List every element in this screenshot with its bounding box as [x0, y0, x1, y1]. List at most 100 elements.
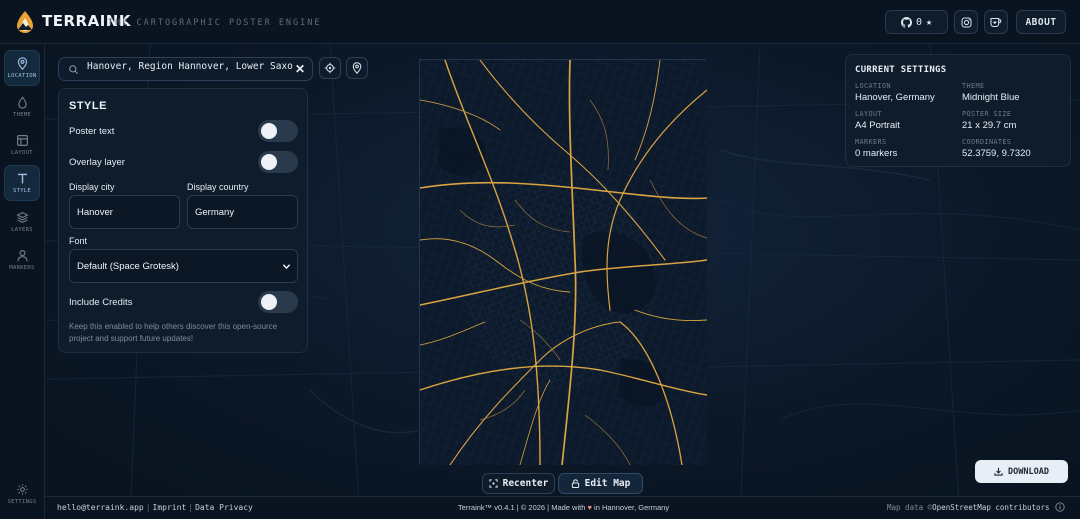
- display-city-field[interactable]: Hanover: [69, 195, 180, 229]
- map-data-label: Map data ©: [887, 503, 933, 512]
- panel-title: STYLE: [69, 100, 107, 112]
- toggle-knob: [261, 294, 277, 310]
- left-rail: LOCATION THEME LAYOUT STYLE LAYERS MARKE…: [0, 44, 45, 519]
- heart-icon: ♥: [587, 503, 592, 512]
- instagram-button[interactable]: [954, 10, 978, 34]
- kofi-cup-icon: [990, 17, 1002, 27]
- layout-icon: [16, 135, 28, 146]
- overlay-layer-label: Overlay layer: [69, 157, 125, 168]
- layers-icon: [15, 212, 29, 223]
- coordinates-value: 52.3759, 9.7320: [962, 148, 1031, 159]
- layout-key: LAYOUT: [855, 110, 882, 118]
- kofi-button[interactable]: [984, 10, 1008, 34]
- person-icon: [16, 250, 28, 262]
- overlay-layer-toggle[interactable]: [258, 151, 298, 173]
- font-select[interactable]: Default (Space Grotesk): [69, 249, 298, 283]
- recenter-icon: [489, 479, 498, 488]
- footer-credits-post: in Hannover, Germany: [594, 503, 670, 512]
- rail-item-style[interactable]: STYLE: [4, 165, 40, 201]
- rail-item-layers[interactable]: LAYERS: [4, 204, 40, 240]
- coordinates-key: COORDINATES: [962, 138, 1012, 146]
- poster-text-toggle[interactable]: [258, 120, 298, 142]
- font-select-value: Default (Space Grotesk): [77, 261, 179, 272]
- imprint-link[interactable]: Imprint: [153, 503, 187, 512]
- terraink-logo-icon: [17, 11, 33, 33]
- download-label: DOWNLOAD: [1008, 466, 1049, 477]
- github-star-count: 0: [915, 16, 922, 28]
- instagram-icon: [961, 17, 971, 27]
- text-icon: [17, 173, 27, 184]
- toggle-knob: [261, 123, 277, 139]
- theme-key: THEME: [962, 82, 985, 90]
- search-icon: [69, 65, 78, 74]
- markers-value: 0 markers: [855, 148, 898, 159]
- footer-credits-pre: Terraink™ v0.4.1 | © 2026 | Made with: [458, 503, 586, 512]
- theme-value: Midnight Blue: [962, 92, 1020, 103]
- rail-label-layers: LAYERS: [11, 227, 33, 233]
- toggle-knob: [261, 154, 277, 170]
- location-search[interactable]: Hanover, Region Hannover, Lower Saxo ✕: [58, 57, 313, 81]
- rail-item-markers[interactable]: MARKERS: [4, 242, 40, 278]
- lock-icon: [571, 479, 579, 488]
- about-button[interactable]: ABOUT: [1016, 10, 1066, 34]
- display-city-label: Display city: [69, 182, 115, 192]
- separator: |: [145, 503, 151, 512]
- rail-label-style: STYLE: [12, 188, 32, 194]
- style-panel: STYLE Poster text Overlay layer Display …: [58, 88, 308, 353]
- display-country-label: Display country: [187, 182, 249, 192]
- display-country-field[interactable]: Germany: [187, 195, 298, 229]
- settings-title: CURRENT SETTINGS: [855, 65, 947, 75]
- edit-map-button[interactable]: Edit Map: [558, 473, 643, 494]
- separator: |: [188, 503, 194, 512]
- credits-hint: Keep this enabled to help others discove…: [69, 322, 278, 343]
- current-settings-card: CURRENT SETTINGS LOCATION Hanover, Germa…: [845, 54, 1071, 167]
- my-location-button[interactable]: [319, 57, 341, 79]
- include-credits-label: Include Credits: [69, 297, 133, 308]
- privacy-link[interactable]: Data Privacy: [195, 503, 253, 512]
- search-input[interactable]: Hanover, Region Hannover, Lower Saxo: [87, 61, 295, 77]
- clear-search-icon[interactable]: ✕: [295, 62, 305, 76]
- star-icon: ★: [926, 16, 933, 28]
- pin-icon: [17, 57, 27, 70]
- location-key: LOCATION: [855, 82, 891, 90]
- github-icon: [900, 16, 912, 28]
- email-link[interactable]: hello@terraink.app: [57, 503, 144, 512]
- include-credits-toggle[interactable]: [258, 291, 298, 313]
- edit-map-label: Edit Map: [584, 478, 631, 489]
- recenter-label: Recenter: [502, 478, 549, 489]
- drop-icon: [17, 96, 27, 109]
- poster-preview[interactable]: [419, 59, 707, 465]
- footer: hello@terraink.app | Imprint | Data Privacy …: [45, 496, 1080, 519]
- recenter-button[interactable]: Recenter: [482, 473, 555, 494]
- github-stars-button[interactable]: 0 ★: [885, 10, 948, 34]
- rail-label-location: LOCATION: [7, 73, 37, 79]
- rail-item-settings[interactable]: SETTINGS: [4, 476, 40, 512]
- info-icon[interactable]: [1055, 502, 1065, 512]
- rail-item-location[interactable]: LOCATION: [4, 50, 40, 86]
- rail-label-layout: LAYOUT: [11, 150, 33, 156]
- download-button[interactable]: DOWNLOAD: [975, 460, 1068, 483]
- add-marker-button[interactable]: [346, 57, 368, 79]
- poster-size-key: POSTER SIZE: [962, 110, 1012, 118]
- chevron-down-icon: [282, 264, 291, 270]
- brand-tagline: THE CARTOGRAPHIC POSTER ENGINE: [108, 18, 322, 28]
- map-pin-icon: [352, 62, 362, 74]
- crosshair-icon: [324, 62, 336, 74]
- layout-value: A4 Portrait: [855, 120, 900, 131]
- osm-link[interactable]: OpenStreetMap contributors: [932, 503, 1049, 512]
- footer-credits: Terraink™ v0.4.1 | © 2026 | Made with ♥ …: [458, 503, 669, 512]
- markers-key: MARKERS: [855, 138, 887, 146]
- location-value: Hanover, Germany: [855, 92, 935, 103]
- poster-text-label: Poster text: [69, 126, 115, 137]
- footer-links: hello@terraink.app | Imprint | Data Privacy: [57, 503, 253, 512]
- font-label: Font: [69, 236, 88, 246]
- map-data-attribution: Map data ©OpenStreetMap contributors: [887, 503, 1050, 512]
- rail-label-markers: MARKERS: [9, 265, 35, 271]
- app-header: TERRAINK THE CARTOGRAPHIC POSTER ENGINE …: [0, 0, 1080, 44]
- rail-item-layout[interactable]: LAYOUT: [4, 127, 40, 163]
- rail-label-settings: SETTINGS: [7, 499, 37, 505]
- gear-icon: [16, 484, 28, 495]
- download-icon: [994, 467, 1003, 476]
- rail-label-theme: THEME: [12, 112, 32, 118]
- rail-item-theme[interactable]: THEME: [4, 89, 40, 125]
